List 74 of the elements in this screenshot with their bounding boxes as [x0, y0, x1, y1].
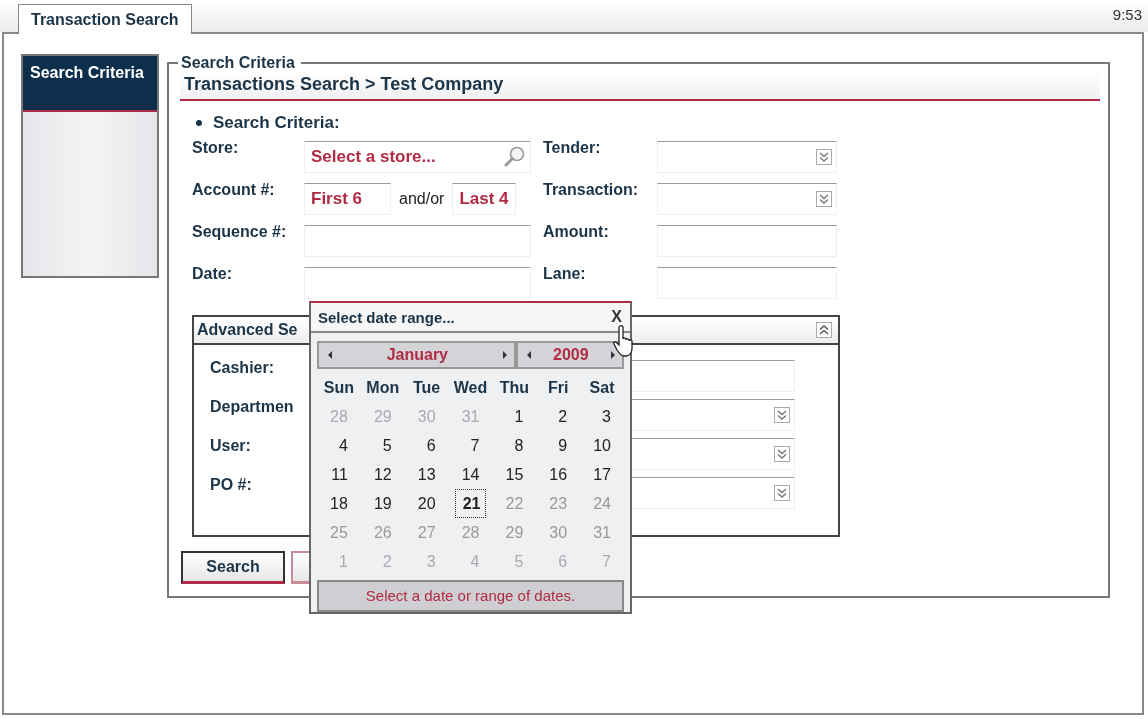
bullet-icon — [196, 120, 202, 126]
store-field[interactable]: Select a store... — [304, 141, 531, 173]
weekday-label: Mon — [365, 378, 401, 398]
calendar-day[interactable]: 11 — [317, 460, 361, 489]
year-selector[interactable]: 2009 — [515, 341, 624, 369]
search-button[interactable]: Search — [181, 551, 285, 584]
dropdown-field[interactable] — [657, 141, 837, 173]
calendar-day[interactable]: 15 — [492, 460, 537, 489]
calendar-day[interactable]: 4 — [317, 431, 361, 460]
group-legend: Search Criteria — [178, 54, 301, 72]
double-chevron-down-icon[interactable] — [774, 485, 790, 501]
calendar-day[interactable]: 9 — [536, 431, 581, 460]
field-label: Account #: — [192, 181, 276, 199]
calendar-day[interactable]: 20 — [404, 489, 449, 518]
field-label: Tender: — [543, 139, 602, 157]
weekday-label: Fri — [547, 378, 570, 398]
double-chevron-up-icon[interactable] — [816, 322, 832, 338]
search-icon[interactable] — [502, 145, 526, 169]
hint-text: Select a date or range of dates. — [317, 580, 624, 612]
calendar-day[interactable]: 2 — [536, 402, 581, 431]
calendar-day[interactable]: 16 — [536, 460, 581, 489]
calendar-day[interactable]: 3 — [580, 402, 624, 431]
weekday-label: Tue — [412, 378, 442, 398]
left-arrow-icon[interactable] — [327, 351, 333, 360]
input-field[interactable] — [304, 225, 531, 257]
field-label: Lane: — [543, 265, 587, 283]
right-arrow-icon[interactable] — [610, 351, 616, 360]
weekday-label: Thu — [498, 378, 530, 398]
calendar-day[interactable]: 5 — [360, 431, 405, 460]
close-button[interactable]: X — [611, 308, 622, 327]
field-label: User: — [210, 437, 252, 455]
weekday-label: Sun — [322, 378, 356, 398]
input-field[interactable] — [657, 267, 837, 299]
field-label: Cashier: — [210, 359, 276, 377]
section-title: Search Criteria: — [213, 113, 340, 133]
month-selector[interactable]: January — [317, 341, 516, 369]
joiner-text: and/or — [399, 190, 445, 208]
weekday-label: Wed — [452, 378, 489, 398]
calendar-day[interactable]: 19 — [360, 489, 405, 518]
left-arrow-icon[interactable] — [525, 351, 532, 360]
popup-title: Select date range... — [318, 308, 455, 326]
tab[interactable]: Transaction Search — [18, 4, 192, 34]
field-label: Transaction: — [543, 181, 640, 199]
field-label: Amount: — [543, 223, 610, 241]
calendar-day[interactable]: 21 — [454, 489, 487, 518]
double-chevron-down-icon[interactable] — [774, 407, 790, 423]
field-label: Departmen — [210, 398, 295, 416]
double-chevron-down-icon[interactable] — [816, 149, 832, 165]
calendar-day[interactable]: 18 — [317, 489, 361, 518]
input-field[interactable]: Last 4 — [452, 183, 517, 215]
calendar-day[interactable]: 10 — [580, 431, 624, 460]
input-field[interactable] — [657, 225, 837, 257]
calendar-day[interactable]: 7 — [448, 431, 493, 460]
calendar-day[interactable]: 8 — [492, 431, 537, 460]
clock: 9:53 — [1112, 6, 1142, 23]
right-arrow-icon[interactable] — [501, 351, 508, 360]
calendar-day[interactable]: 13 — [404, 460, 449, 489]
sidebar-item[interactable]: Search Criteria — [23, 56, 157, 112]
input-field[interactable] — [304, 267, 531, 299]
calendar-day[interactable]: 17 — [580, 460, 624, 489]
double-chevron-down-icon[interactable] — [816, 191, 832, 207]
calendar-day[interactable]: 12 — [360, 460, 405, 489]
calendar-day[interactable]: 1 — [492, 402, 537, 431]
field-label: Date: — [192, 265, 233, 283]
field-label: Store: — [192, 139, 240, 157]
double-chevron-down-icon[interactable] — [774, 446, 790, 462]
weekday-label: Sat — [588, 378, 616, 398]
input-field[interactable]: First 6 — [304, 183, 391, 215]
panel-title: Advanced Se — [197, 321, 298, 339]
field-label: Sequence #: — [192, 223, 288, 241]
calendar-day[interactable]: 14 — [448, 460, 493, 489]
calendar-day[interactable]: 6 — [404, 431, 449, 460]
dropdown-field[interactable] — [657, 183, 837, 215]
field-label: PO #: — [210, 476, 253, 494]
